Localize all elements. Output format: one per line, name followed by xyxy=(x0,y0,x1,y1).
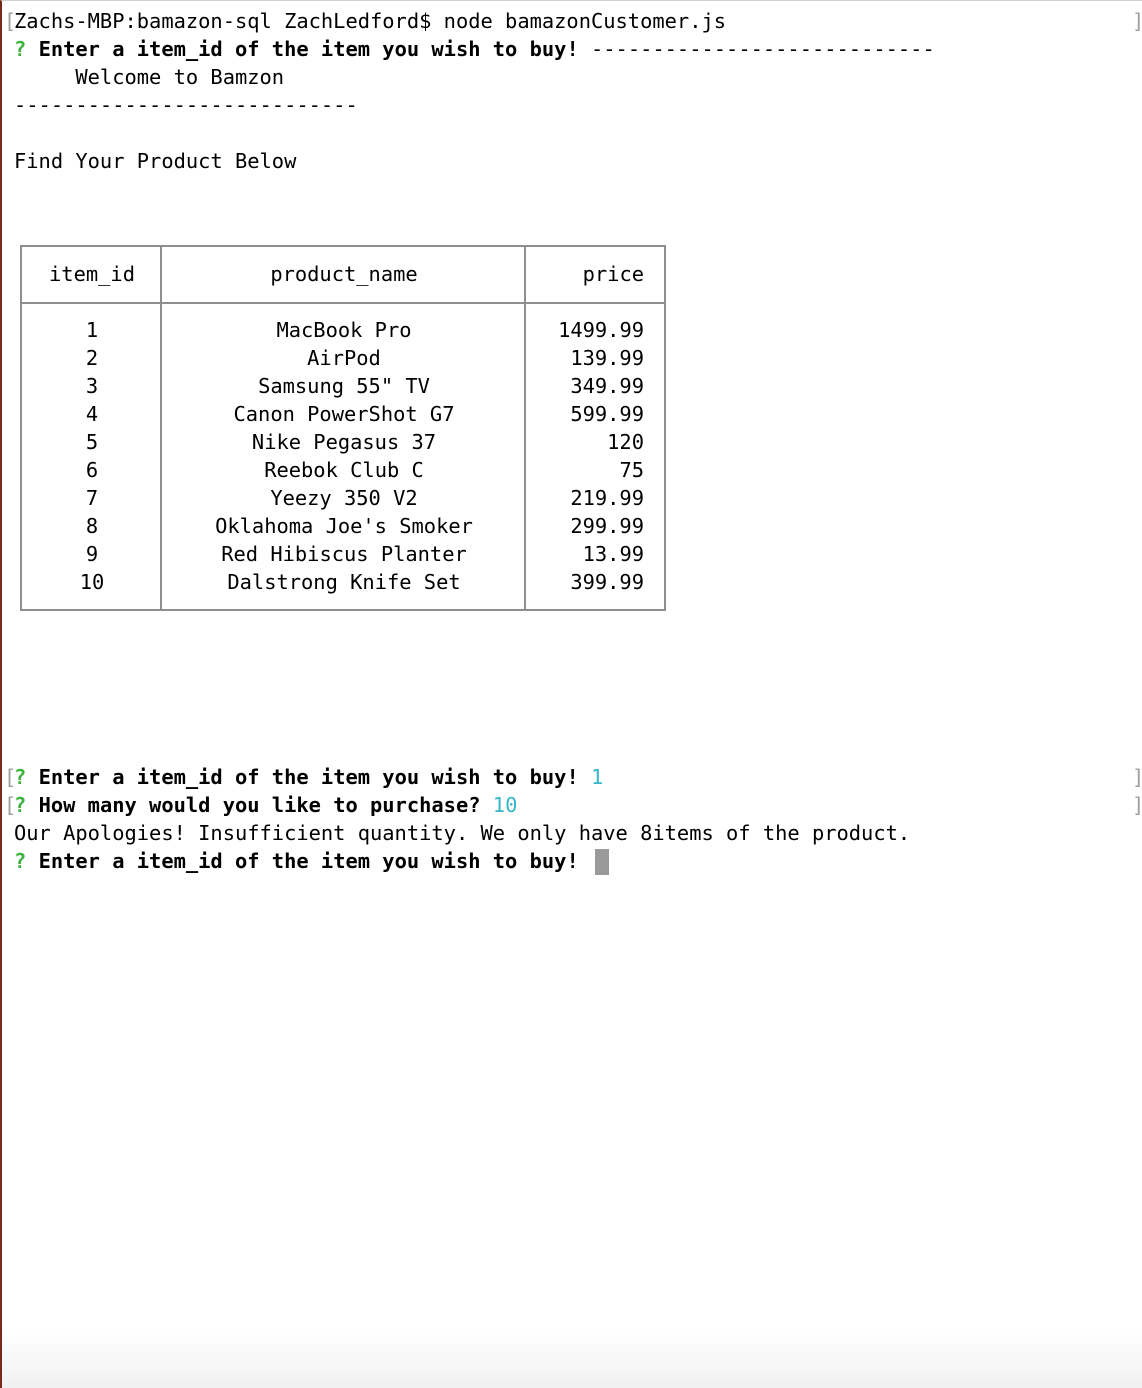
command-line: Zachs-MBP:bamazon-sql ZachLedford$ node … xyxy=(14,9,727,33)
question-mark: ? xyxy=(14,765,27,789)
table-cell-product-name: Dalstrong Knife Set xyxy=(227,570,461,594)
question-mark: ? xyxy=(14,849,27,873)
table-cell-item-id: 6 xyxy=(85,458,99,482)
table-cell-price: 13.99 xyxy=(582,542,644,566)
table-cell-product-name: Red Hibiscus Planter xyxy=(221,542,467,566)
table-cell-price: 399.99 xyxy=(570,570,644,594)
table-cell-price: 1499.99 xyxy=(558,318,644,342)
table-cell-item-id: 2 xyxy=(85,346,99,370)
question-mark: ? xyxy=(14,37,27,61)
item-prompt-line: ? Enter a item_id of the item you wish t… xyxy=(14,763,603,791)
table-cell-price: 219.99 xyxy=(570,486,644,510)
table-cell-price: 139.99 xyxy=(570,346,644,370)
table-cell-product-name: Yeezy 350 V2 xyxy=(270,486,418,510)
final-prompt-text: Enter a item_id of the item you wish to … xyxy=(38,849,591,873)
line-marker-right: ] xyxy=(1132,763,1142,791)
window-bottom-shade xyxy=(2,1328,1142,1388)
table-cell-product-name: Reebok Club C xyxy=(264,458,424,482)
table-cell-product-name: Samsung 55" TV xyxy=(258,374,430,398)
first-prompt-line: ? Enter a item_id of the item you wish t… xyxy=(14,35,935,63)
item-prompt-text: Enter a item_id of the item you wish to … xyxy=(38,765,591,789)
terminal-window[interactable]: [ Zachs-MBP:bamazon-sql ZachLedford$ nod… xyxy=(0,0,1142,1388)
table-cell-product-name: AirPod xyxy=(307,346,381,370)
line-marker-left: [ xyxy=(4,793,17,817)
table-cell-item-id: 4 xyxy=(85,402,99,426)
table-cell-product-name: Oklahoma Joe's Smoker xyxy=(215,514,473,538)
header-price: price xyxy=(582,262,644,286)
table-cell-price: 75 xyxy=(619,458,644,482)
table-cell-item-id: 1 xyxy=(85,318,99,342)
find-product-text: Find Your Product Below xyxy=(14,149,297,173)
table-cell-item-id: 9 xyxy=(85,542,99,566)
table-cell-product-name: Canon PowerShot G7 xyxy=(233,402,455,426)
table-cell-item-id: 7 xyxy=(85,486,99,510)
error-message: Our Apologies! Insufficient quantity. We… xyxy=(14,821,911,845)
line-marker-left: [ xyxy=(4,765,17,789)
quantity-prompt-line: ? How many would you like to purchase? 1… xyxy=(14,791,517,819)
table-cell-item-id: 10 xyxy=(79,570,105,594)
quantity-answer: 10 xyxy=(492,793,518,817)
divider-inline: ---------------------------- xyxy=(591,37,935,61)
quantity-prompt-text: How many would you like to purchase? xyxy=(38,793,493,817)
question-mark: ? xyxy=(14,793,27,817)
header-item-id: item_id xyxy=(49,262,135,286)
table-cell-item-id: 5 xyxy=(85,430,99,454)
text-cursor[interactable] xyxy=(595,849,609,875)
table-header-divider xyxy=(22,302,664,304)
table-cell-product-name: MacBook Pro xyxy=(276,318,412,342)
divider-line: ---------------------------- xyxy=(14,93,358,117)
line-marker-right: ] xyxy=(1132,791,1142,819)
item-answer: 1 xyxy=(591,765,604,789)
table-cell-item-id: 3 xyxy=(85,374,99,398)
table-cell-price: 599.99 xyxy=(570,402,644,426)
table-cell-price: 349.99 xyxy=(570,374,644,398)
table-cell-item-id: 8 xyxy=(85,514,99,538)
products-table: item_id product_name price 1 MacBook Pro… xyxy=(20,245,666,611)
final-prompt-line[interactable]: ? Enter a item_id of the item you wish t… xyxy=(14,847,609,875)
table-cell-price: 299.99 xyxy=(570,514,644,538)
line-marker-right: ] xyxy=(1132,7,1142,35)
header-product-name: product_name xyxy=(270,262,418,286)
table-cell-price: 120 xyxy=(607,430,644,454)
first-prompt-text: Enter a item_id of the item you wish to … xyxy=(38,37,591,61)
table-cell-product-name: Nike Pegasus 37 xyxy=(251,430,437,454)
welcome-text: Welcome to Bamzon xyxy=(14,65,285,89)
line-marker-left: [ xyxy=(4,9,17,33)
